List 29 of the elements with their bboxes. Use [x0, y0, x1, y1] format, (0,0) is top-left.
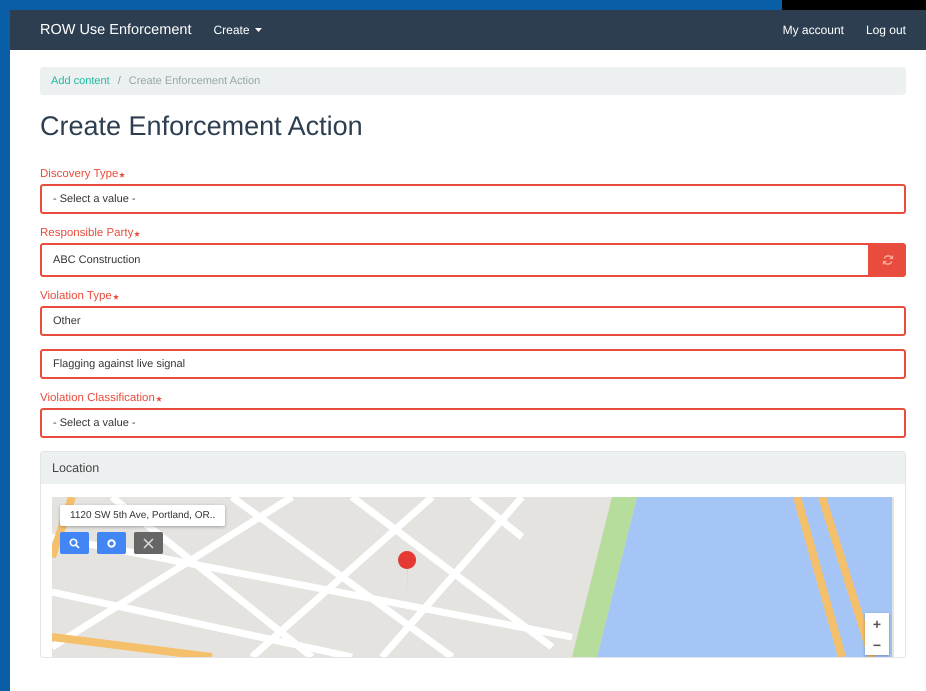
page-title: Create Enforcement Action [40, 111, 364, 142]
field-label: Responsible Party [40, 227, 134, 239]
nav-link[interactable]: Log out [866, 23, 906, 37]
input-field[interactable]: Flagging against live signal [40, 349, 906, 379]
field-label: Violation Classification [40, 392, 155, 404]
zoom-in-button[interactable]: + [865, 613, 889, 634]
refresh-button[interactable] [870, 243, 906, 277]
nav-link[interactable]: My account [782, 23, 844, 37]
refresh-icon [882, 254, 894, 266]
locate-button[interactable] [97, 532, 126, 554]
autocomplete-field[interactable]: ABC Construction [40, 243, 870, 277]
close-icon [143, 538, 154, 548]
field-label: Discovery Type [40, 168, 118, 180]
field-label: Violation Type [40, 290, 112, 302]
panel-title: Location [52, 461, 100, 475]
address-field[interactable]: 1120 SW 5th Ave, Portland, OR.. [60, 505, 226, 526]
select-field[interactable]: - Select a value - [40, 408, 906, 438]
select-field[interactable]: - Select a value - [40, 184, 906, 214]
target-icon [106, 538, 117, 548]
menu-link[interactable]: Create [214, 23, 262, 37]
search-icon [69, 538, 80, 548]
select-field[interactable]: Other [40, 306, 906, 336]
brand-link[interactable]: ROW Use Enforcement [40, 22, 192, 38]
map-placeholder[interactable]: 1120 SW 5th Ave, Portland, OR.. + − [52, 497, 894, 657]
clear-button[interactable] [134, 532, 163, 554]
search-button[interactable] [60, 532, 89, 554]
zoom-out-button[interactable]: − [865, 634, 889, 655]
breadcrumb-current: Create Enforcement Action [128, 75, 260, 87]
breadcrumb-separator: / [118, 75, 121, 87]
